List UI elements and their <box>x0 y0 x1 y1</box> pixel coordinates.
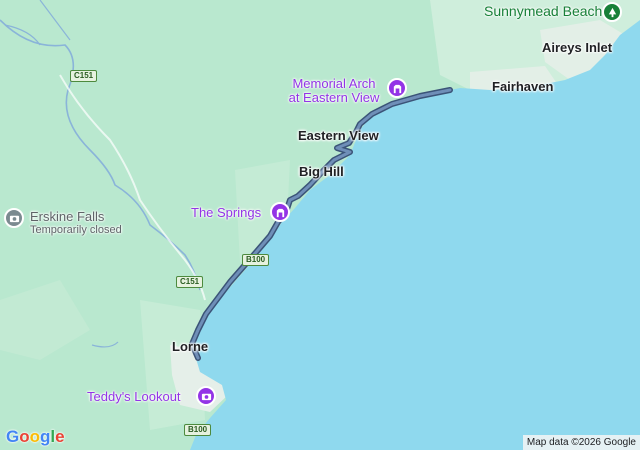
poi-erskine-falls-name: Erskine Falls <box>30 209 105 224</box>
road-shield-b100: B100 <box>242 254 270 266</box>
road-shield-c151: C151 <box>70 70 98 82</box>
poi-sunnymead-beach[interactable]: Sunnymead Beach <box>484 3 602 19</box>
place-eastern-view[interactable]: Eastern View <box>298 128 379 143</box>
poi-memorial-arch[interactable]: Memorial Arch at Eastern View <box>284 77 384 105</box>
place-lorne[interactable]: Lorne <box>172 339 208 354</box>
google-logo: Google <box>6 427 65 447</box>
road-shield-b100: B100 <box>184 424 212 436</box>
monument-icon[interactable] <box>270 202 290 222</box>
road-shield-c151: C151 <box>176 276 204 288</box>
logo-letter: G <box>6 427 20 446</box>
logo-letter: g <box>40 427 51 446</box>
logo-letter: e <box>55 427 65 446</box>
camera-icon[interactable] <box>196 386 216 406</box>
logo-letter: o <box>29 427 41 446</box>
logo-letter: o <box>19 427 30 446</box>
tree-icon[interactable] <box>602 2 622 22</box>
camera-icon[interactable] <box>4 208 24 228</box>
place-fairhaven[interactable]: Fairhaven <box>492 79 553 94</box>
map-attribution[interactable]: Map data ©2026 Google <box>522 435 640 450</box>
poi-the-springs[interactable]: The Springs <box>191 206 261 220</box>
place-aireys-inlet[interactable]: Aireys Inlet <box>542 40 612 55</box>
monument-icon[interactable] <box>387 78 407 98</box>
place-big-hill[interactable]: Big Hill <box>299 164 344 179</box>
map-view[interactable]: C151 C151 B100 B100 Sunnymead Beach Aire… <box>0 0 640 450</box>
poi-teddys-lookout[interactable]: Teddy's Lookout <box>87 390 181 404</box>
poi-erskine-falls[interactable]: Erskine Falls Temporarily closed <box>30 209 122 236</box>
poi-erskine-falls-status: Temporarily closed <box>30 224 122 236</box>
